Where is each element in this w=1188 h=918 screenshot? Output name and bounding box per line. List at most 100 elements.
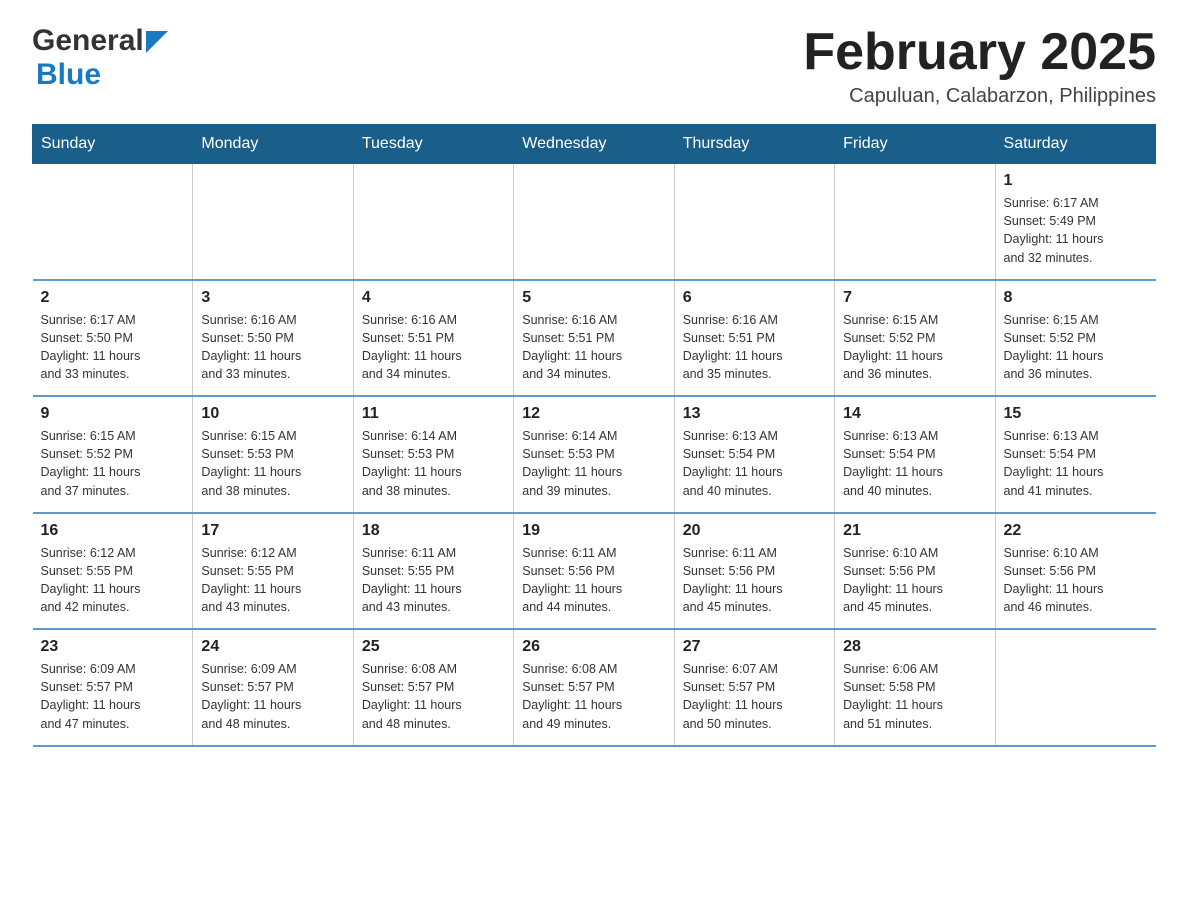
day-number: 13	[683, 405, 826, 423]
day-info: Sunrise: 6:15 AM Sunset: 5:53 PM Dayligh…	[201, 427, 344, 500]
calendar-cell: 4 Sunrise: 6:16 AM Sunset: 5:51 PM Daylig…	[353, 280, 513, 397]
calendar-cell: 13 Sunrise: 6:13 AM Sunset: 5:54 PM Dayli…	[674, 396, 834, 513]
day-number: 20	[683, 522, 826, 540]
day-info: Sunrise: 6:09 AM Sunset: 5:57 PM Dayligh…	[41, 660, 185, 733]
calendar-cell: 19 Sunrise: 6:11 AM Sunset: 5:56 PM Dayli…	[514, 513, 674, 630]
location: Capuluan, Calabarzon, Philippines	[803, 85, 1156, 108]
logo-general-text: General	[32, 24, 144, 58]
month-title: February 2025	[803, 24, 1156, 81]
day-info: Sunrise: 6:10 AM Sunset: 5:56 PM Dayligh…	[1004, 544, 1148, 617]
calendar-cell: 22 Sunrise: 6:10 AM Sunset: 5:56 PM Dayli…	[995, 513, 1155, 630]
day-info: Sunrise: 6:11 AM Sunset: 5:56 PM Dayligh…	[522, 544, 665, 617]
day-info: Sunrise: 6:15 AM Sunset: 5:52 PM Dayligh…	[1004, 311, 1148, 384]
day-number: 7	[843, 289, 986, 307]
day-number: 18	[362, 522, 505, 540]
day-number: 2	[41, 289, 185, 307]
logo: General Blue	[32, 24, 168, 92]
calendar-week-3: 9 Sunrise: 6:15 AM Sunset: 5:52 PM Daylig…	[33, 396, 1156, 513]
calendar-cell: 16 Sunrise: 6:12 AM Sunset: 5:55 PM Dayli…	[33, 513, 193, 630]
calendar-cell: 25 Sunrise: 6:08 AM Sunset: 5:57 PM Dayli…	[353, 629, 513, 746]
day-number: 19	[522, 522, 665, 540]
calendar-cell	[674, 164, 834, 280]
day-number: 12	[522, 405, 665, 423]
calendar-cell	[33, 164, 193, 280]
header-wednesday: Wednesday	[514, 125, 674, 164]
calendar-cell: 28 Sunrise: 6:06 AM Sunset: 5:58 PM Dayli…	[835, 629, 995, 746]
day-info: Sunrise: 6:11 AM Sunset: 5:56 PM Dayligh…	[683, 544, 826, 617]
calendar-cell: 12 Sunrise: 6:14 AM Sunset: 5:53 PM Dayli…	[514, 396, 674, 513]
day-number: 25	[362, 638, 505, 656]
calendar-cell: 14 Sunrise: 6:13 AM Sunset: 5:54 PM Dayli…	[835, 396, 995, 513]
day-info: Sunrise: 6:12 AM Sunset: 5:55 PM Dayligh…	[201, 544, 344, 617]
logo-blue-text: Blue	[36, 58, 101, 91]
day-info: Sunrise: 6:12 AM Sunset: 5:55 PM Dayligh…	[41, 544, 185, 617]
title-section: February 2025 Capuluan, Calabarzon, Phil…	[803, 24, 1156, 108]
day-number: 10	[201, 405, 344, 423]
day-info: Sunrise: 6:17 AM Sunset: 5:49 PM Dayligh…	[1004, 194, 1148, 267]
day-number: 26	[522, 638, 665, 656]
day-number: 9	[41, 405, 185, 423]
day-number: 5	[522, 289, 665, 307]
calendar-week-2: 2 Sunrise: 6:17 AM Sunset: 5:50 PM Daylig…	[33, 280, 1156, 397]
calendar-cell: 15 Sunrise: 6:13 AM Sunset: 5:54 PM Dayli…	[995, 396, 1155, 513]
calendar-cell: 11Sunrise: 6:14 AM Sunset: 5:53 PM Dayli…	[353, 396, 513, 513]
calendar-cell: 24 Sunrise: 6:09 AM Sunset: 5:57 PM Dayli…	[193, 629, 353, 746]
day-number: 4	[362, 289, 505, 307]
day-info: Sunrise: 6:16 AM Sunset: 5:51 PM Dayligh…	[522, 311, 665, 384]
calendar-cell	[353, 164, 513, 280]
calendar-cell: 5 Sunrise: 6:16 AM Sunset: 5:51 PM Daylig…	[514, 280, 674, 397]
calendar-cell: 17 Sunrise: 6:12 AM Sunset: 5:55 PM Dayli…	[193, 513, 353, 630]
day-info: Sunrise: 6:07 AM Sunset: 5:57 PM Dayligh…	[683, 660, 826, 733]
day-number: 21	[843, 522, 986, 540]
day-info: Sunrise: 6:06 AM Sunset: 5:58 PM Dayligh…	[843, 660, 986, 733]
day-number: 15	[1004, 405, 1148, 423]
header-saturday: Saturday	[995, 125, 1155, 164]
calendar-cell: 8Sunrise: 6:15 AM Sunset: 5:52 PM Daylig…	[995, 280, 1155, 397]
calendar-cell: 20 Sunrise: 6:11 AM Sunset: 5:56 PM Dayli…	[674, 513, 834, 630]
calendar-week-5: 23 Sunrise: 6:09 AM Sunset: 5:57 PM Dayli…	[33, 629, 1156, 746]
calendar-table: Sunday Monday Tuesday Wednesday Thursday…	[32, 124, 1156, 747]
calendar-cell: 23 Sunrise: 6:09 AM Sunset: 5:57 PM Dayli…	[33, 629, 193, 746]
day-info: Sunrise: 6:16 AM Sunset: 5:51 PM Dayligh…	[683, 311, 826, 384]
calendar-cell: 6 Sunrise: 6:16 AM Sunset: 5:51 PM Daylig…	[674, 280, 834, 397]
logo-arrow-icon	[146, 31, 168, 53]
day-number: 22	[1004, 522, 1148, 540]
day-info: Sunrise: 6:11 AM Sunset: 5:55 PM Dayligh…	[362, 544, 505, 617]
calendar-cell	[835, 164, 995, 280]
calendar-week-4: 16 Sunrise: 6:12 AM Sunset: 5:55 PM Dayli…	[33, 513, 1156, 630]
day-number: 17	[201, 522, 344, 540]
day-number: 27	[683, 638, 826, 656]
day-number: 14	[843, 405, 986, 423]
calendar-cell: 9 Sunrise: 6:15 AM Sunset: 5:52 PM Daylig…	[33, 396, 193, 513]
day-number: 6	[683, 289, 826, 307]
header-friday: Friday	[835, 125, 995, 164]
day-info: Sunrise: 6:14 AM Sunset: 5:53 PM Dayligh…	[522, 427, 665, 500]
calendar-cell	[995, 629, 1155, 746]
day-info: Sunrise: 6:13 AM Sunset: 5:54 PM Dayligh…	[1004, 427, 1148, 500]
day-info: Sunrise: 6:15 AM Sunset: 5:52 PM Dayligh…	[41, 427, 185, 500]
day-info: Sunrise: 6:16 AM Sunset: 5:51 PM Dayligh…	[362, 311, 505, 384]
day-info: Sunrise: 6:13 AM Sunset: 5:54 PM Dayligh…	[683, 427, 826, 500]
calendar-cell: 7Sunrise: 6:15 AM Sunset: 5:52 PM Daylig…	[835, 280, 995, 397]
calendar-body: 1 Sunrise: 6:17 AM Sunset: 5:49 PM Daylig…	[33, 164, 1156, 746]
header-monday: Monday	[193, 125, 353, 164]
day-number: 3	[201, 289, 344, 307]
calendar-cell: 21Sunrise: 6:10 AM Sunset: 5:56 PM Dayli…	[835, 513, 995, 630]
calendar-cell: 1 Sunrise: 6:17 AM Sunset: 5:49 PM Daylig…	[995, 164, 1155, 280]
day-number: 11	[362, 405, 505, 423]
day-info: Sunrise: 6:16 AM Sunset: 5:50 PM Dayligh…	[201, 311, 344, 384]
calendar-cell: 2 Sunrise: 6:17 AM Sunset: 5:50 PM Daylig…	[33, 280, 193, 397]
day-number: 24	[201, 638, 344, 656]
day-number: 16	[41, 522, 185, 540]
day-info: Sunrise: 6:17 AM Sunset: 5:50 PM Dayligh…	[41, 311, 185, 384]
day-number: 1	[1004, 172, 1148, 190]
day-info: Sunrise: 6:09 AM Sunset: 5:57 PM Dayligh…	[201, 660, 344, 733]
day-number: 28	[843, 638, 986, 656]
day-info: Sunrise: 6:13 AM Sunset: 5:54 PM Dayligh…	[843, 427, 986, 500]
days-of-week-row: Sunday Monday Tuesday Wednesday Thursday…	[33, 125, 1156, 164]
calendar-cell: 26Sunrise: 6:08 AM Sunset: 5:57 PM Dayli…	[514, 629, 674, 746]
calendar-cell	[514, 164, 674, 280]
day-number: 23	[41, 638, 185, 656]
day-info: Sunrise: 6:08 AM Sunset: 5:57 PM Dayligh…	[362, 660, 505, 733]
calendar-cell: 27 Sunrise: 6:07 AM Sunset: 5:57 PM Dayli…	[674, 629, 834, 746]
